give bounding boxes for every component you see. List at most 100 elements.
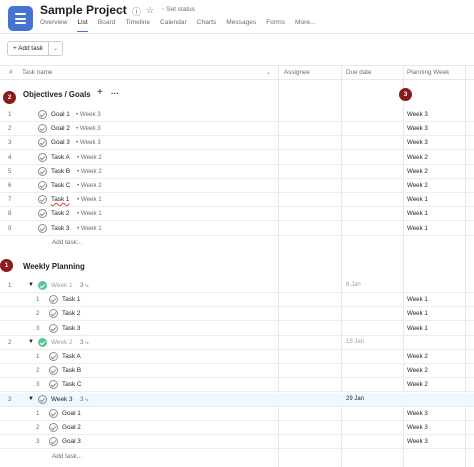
- check-circle-icon[interactable]: [49, 295, 58, 305]
- subtask-icon[interactable]: 3 ⤷: [80, 339, 89, 347]
- due-date-value[interactable]: 15 Jan: [346, 339, 364, 345]
- star-icon[interactable]: ☆: [146, 5, 154, 16]
- task-name[interactable]: Goal 1: [51, 111, 70, 118]
- task-name[interactable]: Task 3: [51, 225, 69, 232]
- table-row[interactable]: 4 Task A • Week 2 Week 2: [0, 151, 474, 165]
- table-row[interactable]: 5 Task B • Week 2 Week 2: [0, 165, 474, 179]
- planning-week-value[interactable]: Week 3: [407, 410, 428, 417]
- check-circle-icon[interactable]: [38, 181, 47, 190]
- planning-week-value[interactable]: Week 2: [407, 381, 428, 388]
- check-circle-icon[interactable]: [49, 366, 58, 376]
- planning-week-value[interactable]: Week 3: [407, 139, 428, 146]
- task-name[interactable]: Goal 2: [62, 424, 81, 431]
- planning-week-value[interactable]: Week 2: [407, 168, 428, 175]
- caret-down-icon[interactable]: ▼: [28, 396, 34, 402]
- tab-messages[interactable]: Messages: [226, 19, 256, 32]
- planning-week-value[interactable]: Week 1: [407, 196, 428, 203]
- table-row[interactable]: 2 Goal 2 • Week 3 Week 3: [0, 122, 474, 137]
- planning-week-value[interactable]: Week 2: [407, 367, 428, 374]
- check-circle-icon[interactable]: [38, 223, 47, 233]
- check-circle-icon[interactable]: [49, 352, 58, 361]
- tab-forms[interactable]: Forms: [266, 19, 285, 32]
- col-planning-week[interactable]: Planning Week: [407, 69, 449, 76]
- col-due-date[interactable]: Due date: [346, 69, 372, 76]
- task-name[interactable]: Task 1: [51, 196, 69, 203]
- task-name[interactable]: Task C: [51, 182, 71, 189]
- task-name[interactable]: Task B: [51, 168, 70, 175]
- table-row[interactable]: 6 Task C • Week 2 Week 2: [0, 179, 474, 193]
- planning-week-value[interactable]: Week 3: [407, 111, 428, 118]
- table-row[interactable]: 7 Task 1 • Week 1 Week 1: [0, 193, 474, 208]
- task-name[interactable]: Week 2: [51, 339, 73, 346]
- info-icon[interactable]: ⓘ: [132, 5, 141, 18]
- subtask-row[interactable]: 1 Task A Week 2: [0, 350, 474, 364]
- check-circle-icon[interactable]: [38, 138, 47, 148]
- planning-week-value[interactable]: Week 1: [407, 225, 428, 232]
- subtask-row[interactable]: 3 Task C Week 2: [0, 378, 474, 393]
- add-task-link[interactable]: Add task...: [52, 453, 82, 460]
- tab-overview[interactable]: Overview: [40, 19, 67, 32]
- caret-down-icon[interactable]: ▼: [28, 282, 34, 288]
- table-row[interactable]: 1 Goal 1 • Week 3 Week 3: [0, 108, 474, 122]
- section-title-objectives[interactable]: Objectives / Goals: [23, 90, 91, 99]
- check-circle-icon[interactable]: [38, 394, 47, 404]
- check-circle-icon[interactable]: [38, 195, 47, 205]
- task-name[interactable]: Task B: [62, 367, 81, 374]
- planning-week-value[interactable]: Week 1: [407, 310, 428, 317]
- planning-week-value[interactable]: Week 3: [407, 125, 428, 132]
- table-row[interactable]: 2 ▼ Week 2 3 ⤷ 15 Jan: [0, 336, 474, 350]
- check-circle-icon[interactable]: [49, 437, 58, 447]
- caret-down-icon[interactable]: ▼: [28, 339, 34, 345]
- task-name[interactable]: Goal 2: [51, 125, 70, 132]
- tab-calendar[interactable]: Calendar: [160, 19, 187, 32]
- task-name[interactable]: Task 2: [51, 210, 69, 217]
- check-circle-icon[interactable]: [38, 166, 47, 176]
- subtask-icon[interactable]: 3 ⤷: [80, 282, 89, 290]
- more-icon[interactable]: ···: [111, 89, 119, 98]
- check-circle-icon[interactable]: [49, 423, 58, 432]
- task-name[interactable]: Task A: [62, 353, 81, 360]
- check-circle-icon[interactable]: [38, 152, 47, 162]
- subtask-row[interactable]: 3 Task 3 Week 1: [0, 322, 474, 336]
- subtask-row[interactable]: 1 Task 1 Week 1: [0, 293, 474, 308]
- table-row[interactable]: 3 ▼ Week 3 3 ⤷ 29 Jan: [0, 392, 474, 407]
- task-name[interactable]: Task C: [62, 381, 82, 388]
- chevron-down-icon[interactable]: ⌄: [49, 45, 62, 52]
- subtask-row[interactable]: 2 Task 2 Week 1: [0, 307, 474, 322]
- planning-week-value[interactable]: Week 1: [407, 325, 428, 332]
- table-row[interactable]: 1 ▼ Week 1 3 ⤷ 8 Jan: [0, 279, 474, 293]
- table-row[interactable]: 3 Goal 3 • Week 3 Week 3: [0, 136, 474, 151]
- task-name[interactable]: Task 1: [62, 296, 80, 303]
- tab-list[interactable]: List: [77, 19, 88, 32]
- task-name[interactable]: Task A: [51, 154, 70, 161]
- subtask-row[interactable]: 3 Goal 3 Week 3: [0, 435, 474, 450]
- subtask-row[interactable]: 2 Goal 2 Week 3: [0, 421, 474, 435]
- task-name[interactable]: Task 2: [62, 310, 80, 317]
- check-circle-icon[interactable]: [49, 380, 58, 390]
- subtask-row[interactable]: 1 Goal 1 Week 3: [0, 407, 474, 421]
- subtask-row[interactable]: 2 Task B Week 2: [0, 364, 474, 379]
- check-circle-icon[interactable]: [38, 337, 47, 347]
- check-circle-icon[interactable]: [38, 281, 47, 290]
- project-title[interactable]: Sample Project: [40, 3, 127, 17]
- planning-week-value[interactable]: Week 3: [407, 424, 428, 431]
- task-name[interactable]: Goal 3: [62, 438, 81, 445]
- chevron-down-icon[interactable]: ⌄: [266, 69, 271, 76]
- subtask-icon[interactable]: 3 ⤷: [80, 396, 89, 404]
- add-task-button[interactable]: + Add task ⌄: [7, 41, 64, 56]
- task-name[interactable]: Week 3: [51, 396, 73, 403]
- tab-charts[interactable]: Charts: [197, 19, 216, 32]
- due-date-value[interactable]: 8 Jan: [346, 282, 361, 288]
- check-circle-icon[interactable]: [38, 110, 47, 119]
- tab-more[interactable]: More...: [295, 19, 316, 32]
- check-circle-icon[interactable]: [49, 323, 58, 333]
- task-name[interactable]: Goal 1: [62, 410, 81, 417]
- table-row[interactable]: 9 Task 3 • Week 1 Week 1: [0, 222, 474, 236]
- planning-week-value[interactable]: Week 2: [407, 353, 428, 360]
- planning-week-value[interactable]: Week 1: [407, 210, 428, 217]
- planning-week-value[interactable]: Week 2: [407, 154, 428, 161]
- col-task-name[interactable]: Task name: [22, 69, 52, 76]
- check-circle-icon[interactable]: [38, 209, 47, 219]
- set-status-button[interactable]: ◦ Set status: [162, 6, 195, 13]
- tab-timeline[interactable]: Timeline: [125, 19, 150, 32]
